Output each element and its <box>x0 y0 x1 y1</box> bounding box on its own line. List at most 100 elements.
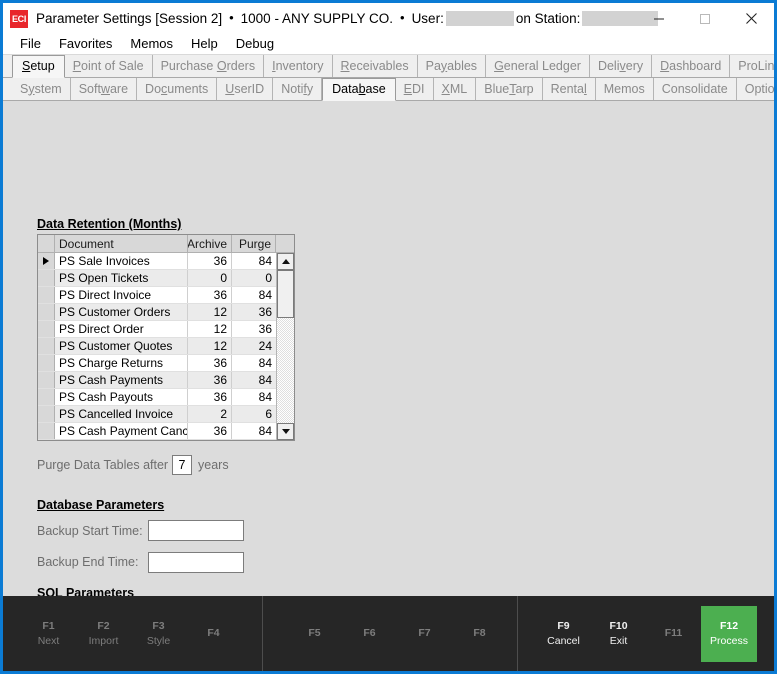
row-selector-cell[interactable] <box>38 406 55 422</box>
row-selector-cell[interactable] <box>38 355 55 371</box>
tab-options[interactable]: Options <box>737 78 774 100</box>
tab-general-ledger[interactable]: General Ledger <box>486 55 590 77</box>
tab-notify[interactable]: Notify <box>273 78 323 100</box>
scroll-up-button[interactable] <box>277 253 294 270</box>
cell-document[interactable]: PS Direct Invoice <box>55 287 188 303</box>
grid-header-archive[interactable]: Archive <box>188 235 232 252</box>
menu-item-favorites[interactable]: Favorites <box>50 35 121 53</box>
minimize-button[interactable] <box>636 3 682 34</box>
tab-userid[interactable]: UserID <box>217 78 274 100</box>
menu-item-debug[interactable]: Debug <box>227 35 283 53</box>
tab-purchase-orders[interactable]: Purchase Orders <box>153 55 265 77</box>
tab-edi[interactable]: EDI <box>396 78 434 100</box>
cell-purge[interactable]: 84 <box>232 372 276 388</box>
tab-memos[interactable]: Memos <box>596 78 654 100</box>
cell-archive[interactable]: 36 <box>188 355 232 371</box>
cell-document[interactable]: PS Charge Returns <box>55 355 188 371</box>
cell-purge[interactable]: 36 <box>232 321 276 337</box>
table-row[interactable]: PS Direct Invoice 36 84 <box>38 287 276 304</box>
scroll-down-button[interactable] <box>277 423 294 440</box>
tab-inventory[interactable]: Inventory <box>264 55 333 77</box>
cell-archive[interactable]: 36 <box>188 287 232 303</box>
cell-archive[interactable]: 2 <box>188 406 232 422</box>
backup-start-time-input[interactable] <box>148 520 244 541</box>
tab-setup[interactable]: Setup <box>12 55 65 78</box>
cell-document[interactable]: PS Direct Order <box>55 321 188 337</box>
cell-purge[interactable]: 84 <box>232 355 276 371</box>
tab-xml[interactable]: XML <box>434 78 477 100</box>
tab-delivery[interactable]: Delivery <box>590 55 653 77</box>
menu-item-file[interactable]: File <box>11 35 50 53</box>
function-key-f9[interactable]: F9 Cancel <box>536 606 591 662</box>
table-row[interactable]: PS Customer Quotes 12 24 <box>38 338 276 355</box>
scrollbar-thumb[interactable] <box>277 270 294 318</box>
purge-years-input[interactable]: 7 <box>172 455 192 475</box>
cell-archive[interactable]: 12 <box>188 304 232 320</box>
row-selector-cell[interactable] <box>38 389 55 405</box>
table-row[interactable]: PS Charge Returns 36 84 <box>38 355 276 372</box>
cell-purge[interactable]: 0 <box>232 270 276 286</box>
tab-consolidate[interactable]: Consolidate <box>654 78 737 100</box>
table-row[interactable]: PS Cancelled Invoice 2 6 <box>38 406 276 423</box>
cell-archive[interactable]: 0 <box>188 270 232 286</box>
tab-rental[interactable]: Rental <box>543 78 596 100</box>
row-selector-cell[interactable] <box>38 270 55 286</box>
cell-archive[interactable]: 36 <box>188 372 232 388</box>
cell-archive[interactable]: 36 <box>188 253 232 269</box>
table-row[interactable]: PS Direct Order 12 36 <box>38 321 276 338</box>
cell-document[interactable]: PS Cash Payouts <box>55 389 188 405</box>
grid-vertical-scrollbar[interactable] <box>276 253 294 440</box>
grid-header-purge[interactable]: Purge <box>232 235 276 252</box>
tab-point-of-sale[interactable]: Point of Sale <box>65 55 153 77</box>
row-selector-cell[interactable] <box>38 338 55 354</box>
cell-document[interactable]: PS Cash Payment Canc <box>55 423 188 439</box>
row-selector-cell[interactable] <box>38 287 55 303</box>
cell-purge[interactable]: 84 <box>232 287 276 303</box>
cell-archive[interactable]: 12 <box>188 338 232 354</box>
row-selector-cell[interactable] <box>38 372 55 388</box>
cell-purge[interactable]: 24 <box>232 338 276 354</box>
tab-dashboard[interactable]: Dashboard <box>652 55 731 77</box>
tab-payables[interactable]: Payables <box>418 55 487 77</box>
row-selector-cell[interactable] <box>38 423 55 439</box>
tab-system[interactable]: System <box>12 78 71 100</box>
table-row[interactable]: PS Sale Invoices 36 84 <box>38 253 276 270</box>
close-button[interactable] <box>728 3 774 34</box>
menu-item-memos[interactable]: Memos <box>121 35 182 53</box>
grid-header-document[interactable]: Document <box>55 235 188 252</box>
cell-purge[interactable]: 84 <box>232 253 276 269</box>
cell-document[interactable]: PS Cash Payments <box>55 372 188 388</box>
row-selector-cell[interactable] <box>38 321 55 337</box>
tab-receivables[interactable]: Receivables <box>333 55 418 77</box>
table-row[interactable]: PS Open Tickets 0 0 <box>38 270 276 287</box>
tab-software[interactable]: Software <box>71 78 138 100</box>
tab-database[interactable]: Database <box>322 78 396 101</box>
cell-document[interactable]: PS Customer Quotes <box>55 338 188 354</box>
cell-document[interactable]: PS Cancelled Invoice <box>55 406 188 422</box>
row-selector-cell[interactable] <box>38 253 55 269</box>
tab-bluetarp[interactable]: BlueTarp <box>476 78 543 100</box>
table-row[interactable]: PS Cash Payouts 36 84 <box>38 389 276 406</box>
maximize-button[interactable] <box>682 3 728 34</box>
cell-document[interactable]: PS Open Tickets <box>55 270 188 286</box>
cell-document[interactable]: PS Sale Invoices <box>55 253 188 269</box>
row-selector-cell[interactable] <box>38 304 55 320</box>
cell-archive[interactable]: 36 <box>188 389 232 405</box>
cell-document[interactable]: PS Customer Orders <box>55 304 188 320</box>
function-key-f12[interactable]: F12 Process <box>701 605 757 662</box>
scrollbar-track[interactable] <box>277 270 294 423</box>
table-row[interactable]: PS Cash Payment Canc 36 84 <box>38 423 276 440</box>
data-retention-grid[interactable]: Document Archive Purge PS Sale Invoices 3… <box>37 234 295 441</box>
function-key-f10[interactable]: F10 Exit <box>591 606 646 662</box>
cell-purge[interactable]: 84 <box>232 389 276 405</box>
tab-prolink[interactable]: ProLink <box>730 55 774 77</box>
table-row[interactable]: PS Cash Payments 36 84 <box>38 372 276 389</box>
cell-purge[interactable]: 84 <box>232 423 276 439</box>
table-row[interactable]: PS Customer Orders 12 36 <box>38 304 276 321</box>
tab-documents[interactable]: Documents <box>137 78 218 100</box>
cell-archive[interactable]: 36 <box>188 423 232 439</box>
backup-end-time-input[interactable] <box>148 552 244 573</box>
cell-archive[interactable]: 12 <box>188 321 232 337</box>
cell-purge[interactable]: 36 <box>232 304 276 320</box>
menu-item-help[interactable]: Help <box>182 35 227 53</box>
